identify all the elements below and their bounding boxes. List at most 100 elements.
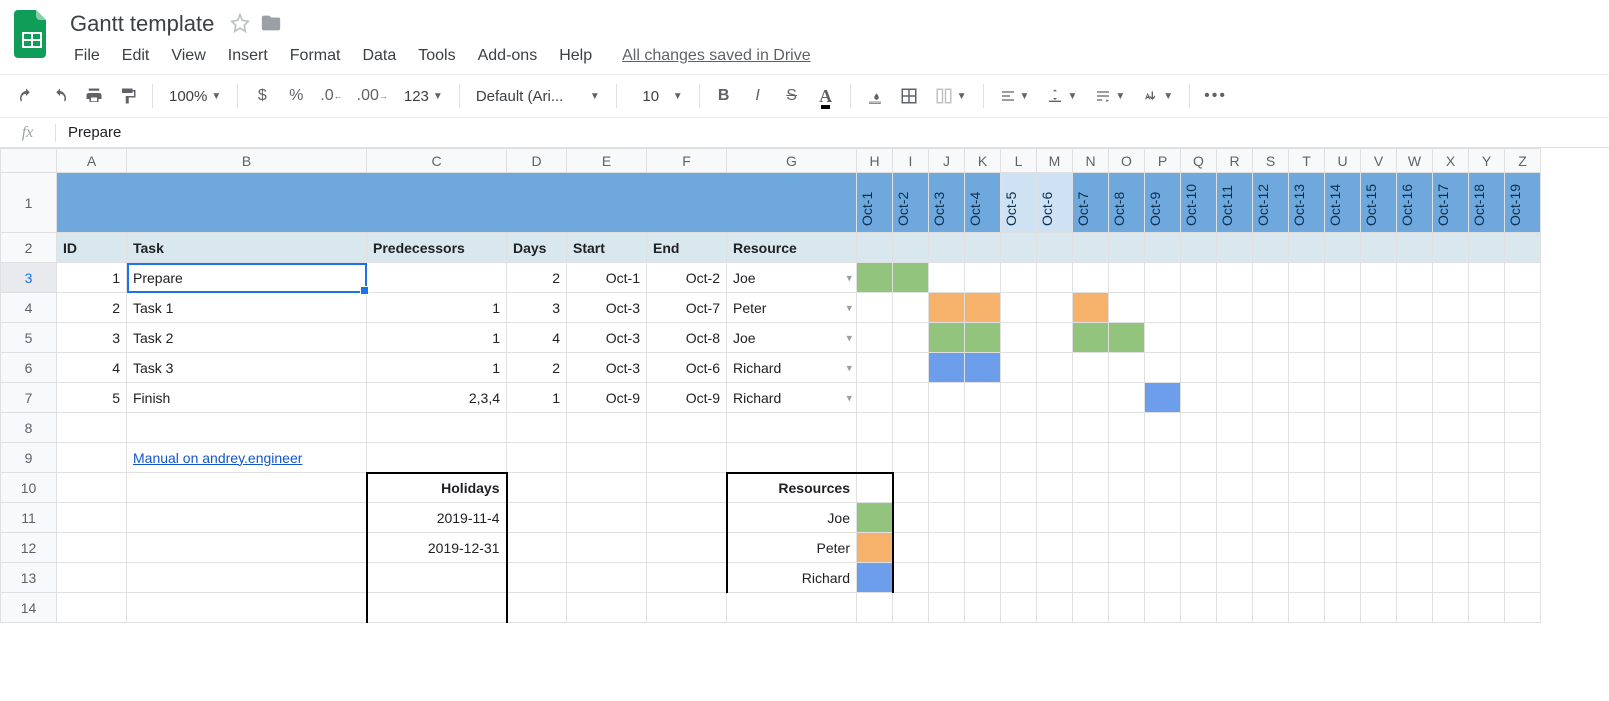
gantt-cell[interactable] (1109, 293, 1145, 323)
gantt-cell[interactable] (1469, 353, 1505, 383)
col-header-D[interactable]: D (507, 149, 567, 173)
cell[interactable] (1397, 563, 1433, 593)
gantt-cell[interactable] (965, 353, 1001, 383)
cell[interactable] (1145, 593, 1181, 623)
cell[interactable] (929, 233, 965, 263)
gantt-cell[interactable] (857, 383, 893, 413)
cell-id[interactable]: 5 (57, 383, 127, 413)
cell[interactable] (1073, 593, 1109, 623)
cell[interactable] (1037, 593, 1073, 623)
cell-days[interactable]: 4 (507, 323, 567, 353)
menu-addons[interactable]: Add-ons (468, 43, 548, 69)
cell[interactable] (929, 503, 965, 533)
gantt-cell[interactable] (1145, 353, 1181, 383)
cell-id[interactable]: 2 (57, 293, 127, 323)
cell[interactable] (1361, 473, 1397, 503)
gantt-cell[interactable] (1469, 293, 1505, 323)
col-header-O[interactable]: O (1109, 149, 1145, 173)
cell[interactable] (1505, 533, 1541, 563)
row-header-10[interactable]: 10 (1, 473, 57, 503)
sheets-logo[interactable] (12, 8, 52, 60)
gantt-cell[interactable] (1181, 383, 1217, 413)
gantt-cell[interactable] (1397, 443, 1433, 473)
gantt-cell[interactable] (1325, 443, 1361, 473)
gantt-cell[interactable] (1361, 413, 1397, 443)
gantt-cell[interactable] (1361, 263, 1397, 293)
gantt-cell[interactable] (929, 353, 965, 383)
resource-name[interactable]: Richard (727, 563, 857, 593)
gantt-cell[interactable] (965, 293, 1001, 323)
cell-start[interactable]: Oct-1 (567, 263, 647, 293)
more-button[interactable]: ••• (1198, 81, 1233, 111)
font-size-dropdown[interactable]: 10▼ (625, 81, 691, 111)
gantt-cell[interactable] (1217, 293, 1253, 323)
gantt-cell[interactable] (1361, 443, 1397, 473)
gantt-cell[interactable] (929, 293, 965, 323)
cell[interactable] (1217, 473, 1253, 503)
cell-resource[interactable]: Richard (727, 353, 857, 383)
cell[interactable] (1433, 563, 1469, 593)
cell[interactable] (507, 503, 567, 533)
gantt-cell[interactable] (1433, 413, 1469, 443)
cell[interactable] (965, 473, 1001, 503)
cell[interactable] (567, 593, 647, 623)
cell-link[interactable]: Manual on andrey.engineer (127, 443, 367, 473)
gantt-cell[interactable] (1181, 443, 1217, 473)
col-header-E[interactable]: E (567, 149, 647, 173)
date-header[interactable]: Oct-3 (929, 173, 965, 233)
col-header-G[interactable]: G (727, 149, 857, 173)
cell[interactable] (507, 473, 567, 503)
formula-input[interactable]: Prepare (56, 124, 133, 141)
gantt-cell[interactable] (1505, 413, 1541, 443)
cell[interactable] (1217, 593, 1253, 623)
cell[interactable] (857, 593, 893, 623)
cell[interactable] (1361, 503, 1397, 533)
col-header-N[interactable]: N (1073, 149, 1109, 173)
save-status[interactable]: All changes saved in Drive (622, 47, 811, 65)
cell[interactable] (929, 563, 965, 593)
cell[interactable] (1073, 233, 1109, 263)
date-header[interactable]: Oct-5 (1001, 173, 1037, 233)
resource-name[interactable]: Joe (727, 503, 857, 533)
gantt-cell[interactable] (1253, 443, 1289, 473)
header-days[interactable]: Days (507, 233, 567, 263)
col-header-X[interactable]: X (1433, 149, 1469, 173)
col-header-V[interactable]: V (1361, 149, 1397, 173)
cell-pred[interactable]: 1 (367, 323, 507, 353)
cell[interactable] (57, 173, 857, 233)
row-header-5[interactable]: 5 (1, 323, 57, 353)
date-header[interactable]: Oct-1 (857, 173, 893, 233)
gantt-cell[interactable] (965, 383, 1001, 413)
cell-end[interactable]: Oct-6 (647, 353, 727, 383)
gantt-cell[interactable] (893, 383, 929, 413)
cell[interactable] (1469, 593, 1505, 623)
cell[interactable] (57, 413, 127, 443)
row-header-11[interactable]: 11 (1, 503, 57, 533)
gantt-cell[interactable] (1109, 263, 1145, 293)
resource-swatch[interactable] (857, 533, 893, 563)
gantt-cell[interactable] (1145, 413, 1181, 443)
cell[interactable] (1217, 563, 1253, 593)
v-align-dropdown[interactable]: ▼ (1039, 81, 1085, 111)
gantt-cell[interactable] (893, 413, 929, 443)
cell[interactable] (1073, 533, 1109, 563)
col-header-H[interactable]: H (857, 149, 893, 173)
date-header[interactable]: Oct-16 (1397, 173, 1433, 233)
cell[interactable] (1289, 533, 1325, 563)
cell-pred[interactable]: 1 (367, 293, 507, 323)
cell[interactable] (965, 533, 1001, 563)
cell[interactable] (1181, 593, 1217, 623)
cell[interactable] (1217, 533, 1253, 563)
gantt-cell[interactable] (1397, 323, 1433, 353)
cell[interactable] (1037, 473, 1073, 503)
cell[interactable] (1289, 233, 1325, 263)
cell[interactable] (1397, 593, 1433, 623)
gantt-cell[interactable] (1325, 413, 1361, 443)
cell[interactable] (1181, 503, 1217, 533)
cell-task[interactable]: Task 1 (127, 293, 367, 323)
gantt-cell[interactable] (893, 443, 929, 473)
col-header-P[interactable]: P (1145, 149, 1181, 173)
gantt-cell[interactable] (1073, 323, 1109, 353)
gantt-cell[interactable] (1037, 383, 1073, 413)
cell[interactable] (1109, 503, 1145, 533)
